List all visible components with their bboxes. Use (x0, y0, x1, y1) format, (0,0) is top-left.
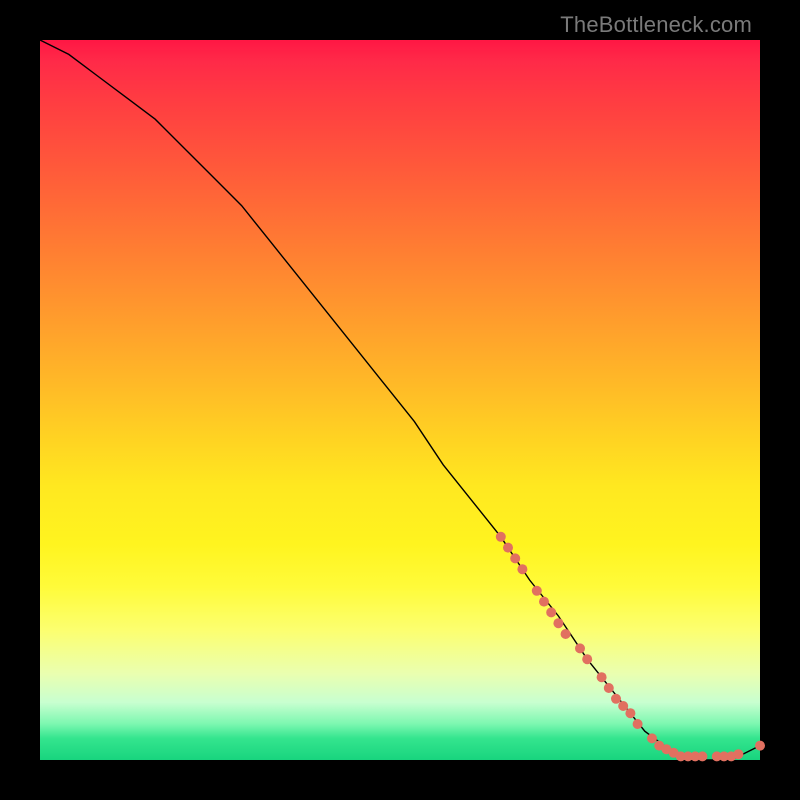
data-point (561, 629, 571, 639)
data-point (575, 643, 585, 653)
data-point (582, 654, 592, 664)
chart-plot-area (40, 40, 760, 760)
data-point (697, 751, 707, 761)
bottleneck-curve (40, 40, 760, 760)
data-point (625, 708, 635, 718)
data-point (496, 532, 506, 542)
data-point (510, 553, 520, 563)
data-point (546, 607, 556, 617)
data-point (733, 749, 743, 759)
marker-group (496, 532, 765, 762)
data-point (539, 597, 549, 607)
data-point (755, 741, 765, 751)
watermark-text: TheBottleneck.com (560, 12, 752, 38)
data-point (633, 719, 643, 729)
data-point (611, 694, 621, 704)
chart-svg (40, 40, 760, 760)
data-point (618, 701, 628, 711)
data-point (597, 672, 607, 682)
data-point (532, 586, 542, 596)
data-point (604, 683, 614, 693)
chart-frame: TheBottleneck.com (0, 0, 800, 800)
data-point (553, 618, 563, 628)
data-point (503, 543, 513, 553)
data-point (647, 733, 657, 743)
data-point (517, 564, 527, 574)
